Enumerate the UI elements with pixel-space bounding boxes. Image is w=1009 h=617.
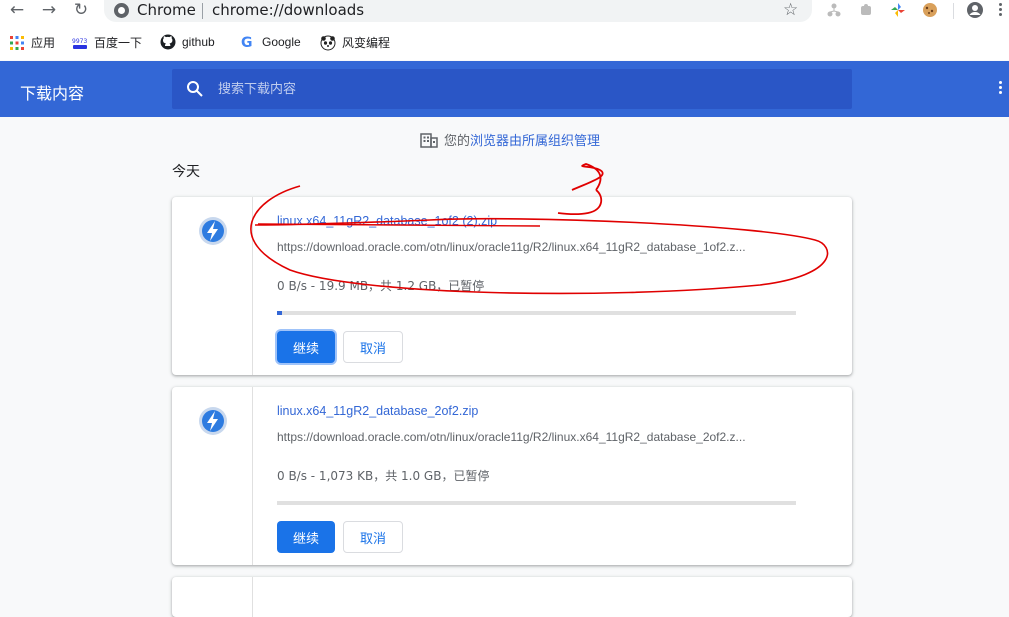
forward-icon[interactable]: → <box>38 0 60 22</box>
file-type-icon <box>199 407 227 435</box>
download-card: linux.x64_11gR2_database_1of2 (2).zip ht… <box>172 197 852 375</box>
bookmark-github[interactable]: github <box>160 34 215 50</box>
extension-puzzle-icon[interactable] <box>858 2 874 18</box>
resume-button[interactable]: 继续 <box>277 521 335 553</box>
card-divider <box>252 577 253 617</box>
svg-text:9973: 9973 <box>72 38 87 45</box>
search-input[interactable] <box>218 77 818 101</box>
cancel-button[interactable]: 取消 <box>343 331 403 363</box>
bookmark-label: 百度一下 <box>94 36 143 50</box>
progress-bar <box>277 311 796 315</box>
toolbar-divider <box>953 3 954 19</box>
bookmark-star-icon[interactable]: ☆ <box>783 0 798 20</box>
svg-text:G: G <box>241 35 253 50</box>
omnibox-url[interactable]: chrome://downloads <box>212 1 364 19</box>
progress-bar <box>277 501 796 505</box>
download-card: linux.x64_11gR2_database_2of2.zip https:… <box>172 387 852 565</box>
download-card <box>172 577 852 617</box>
browser-menu-icon[interactable] <box>999 3 1002 16</box>
panda-icon <box>320 35 336 50</box>
date-heading: 今天 <box>172 164 200 180</box>
omnibox-separator <box>202 3 203 19</box>
bookmark-label: 风变编程 <box>342 36 391 50</box>
bookmark-google[interactable]: G Google <box>240 34 301 50</box>
back-icon[interactable]: ← <box>6 0 28 22</box>
managed-notice: 您的 浏览器由所属组织管理 <box>420 130 600 149</box>
file-name-link[interactable]: linux.x64_11gR2_database_2of2.zip <box>277 404 478 418</box>
profile-avatar-icon[interactable] <box>966 1 984 19</box>
github-icon <box>160 34 176 50</box>
managed-prefix: 您的 <box>444 134 471 149</box>
cancel-button[interactable]: 取消 <box>343 521 403 553</box>
building-icon <box>420 132 438 148</box>
downloads-header: 下载内容 <box>0 61 1009 117</box>
progress-fill <box>277 311 283 315</box>
google-icon: G <box>241 35 253 50</box>
reload-icon[interactable]: ↻ <box>70 0 92 22</box>
page-title: 下载内容 <box>20 84 85 103</box>
omnibox-site: Chrome <box>137 1 196 19</box>
file-url-link[interactable]: https://download.oracle.com/otn/linux/or… <box>277 430 807 444</box>
bookmark-label: Google <box>262 35 301 49</box>
bookmark-label: 应用 <box>31 36 56 50</box>
search-box[interactable] <box>172 69 852 109</box>
bookmarks-bar: 应用 9973 百度一下 github G Google 风变编程 <box>0 26 1009 60</box>
file-name-link[interactable]: linux.x64_11gR2_database_1of2 (2).zip <box>277 214 497 228</box>
bookmark-label: github <box>182 35 215 49</box>
address-bar[interactable]: Chrome chrome://downloads <box>104 0 812 22</box>
bookmark-fengbian[interactable]: 风变编程 <box>320 34 390 51</box>
search-icon <box>187 81 203 97</box>
resume-button[interactable]: 继续 <box>277 331 335 363</box>
managed-link[interactable]: 浏览器由所属组织管理 <box>470 130 600 149</box>
download-status: 0 B/s - 19.9 MB，共 1.2 GB，已暂停 <box>277 279 485 293</box>
file-type-icon <box>199 217 227 245</box>
chrome-icon <box>114 3 129 18</box>
more-actions-icon[interactable] <box>996 81 1004 99</box>
bookmark-baidu[interactable]: 9973 百度一下 <box>72 34 142 51</box>
bookmark-apps[interactable]: 应用 <box>9 34 55 51</box>
card-divider <box>252 197 253 375</box>
browser-toolbar: ← → ↻ Chrome chrome://downloads ☆ <box>0 0 1009 26</box>
download-status: 0 B/s - 1,073 KB，共 1.0 GB，已暂停 <box>277 469 490 483</box>
extension-cookie-icon[interactable] <box>922 2 938 18</box>
card-divider <box>252 387 253 565</box>
file-url-link[interactable]: https://download.oracle.com/otn/linux/or… <box>277 240 807 254</box>
extension-tree-icon[interactable] <box>826 2 842 18</box>
apps-grid-icon <box>10 35 24 50</box>
baidu-icon: 9973 <box>72 38 87 49</box>
extension-pinwheel-icon[interactable] <box>890 2 906 18</box>
